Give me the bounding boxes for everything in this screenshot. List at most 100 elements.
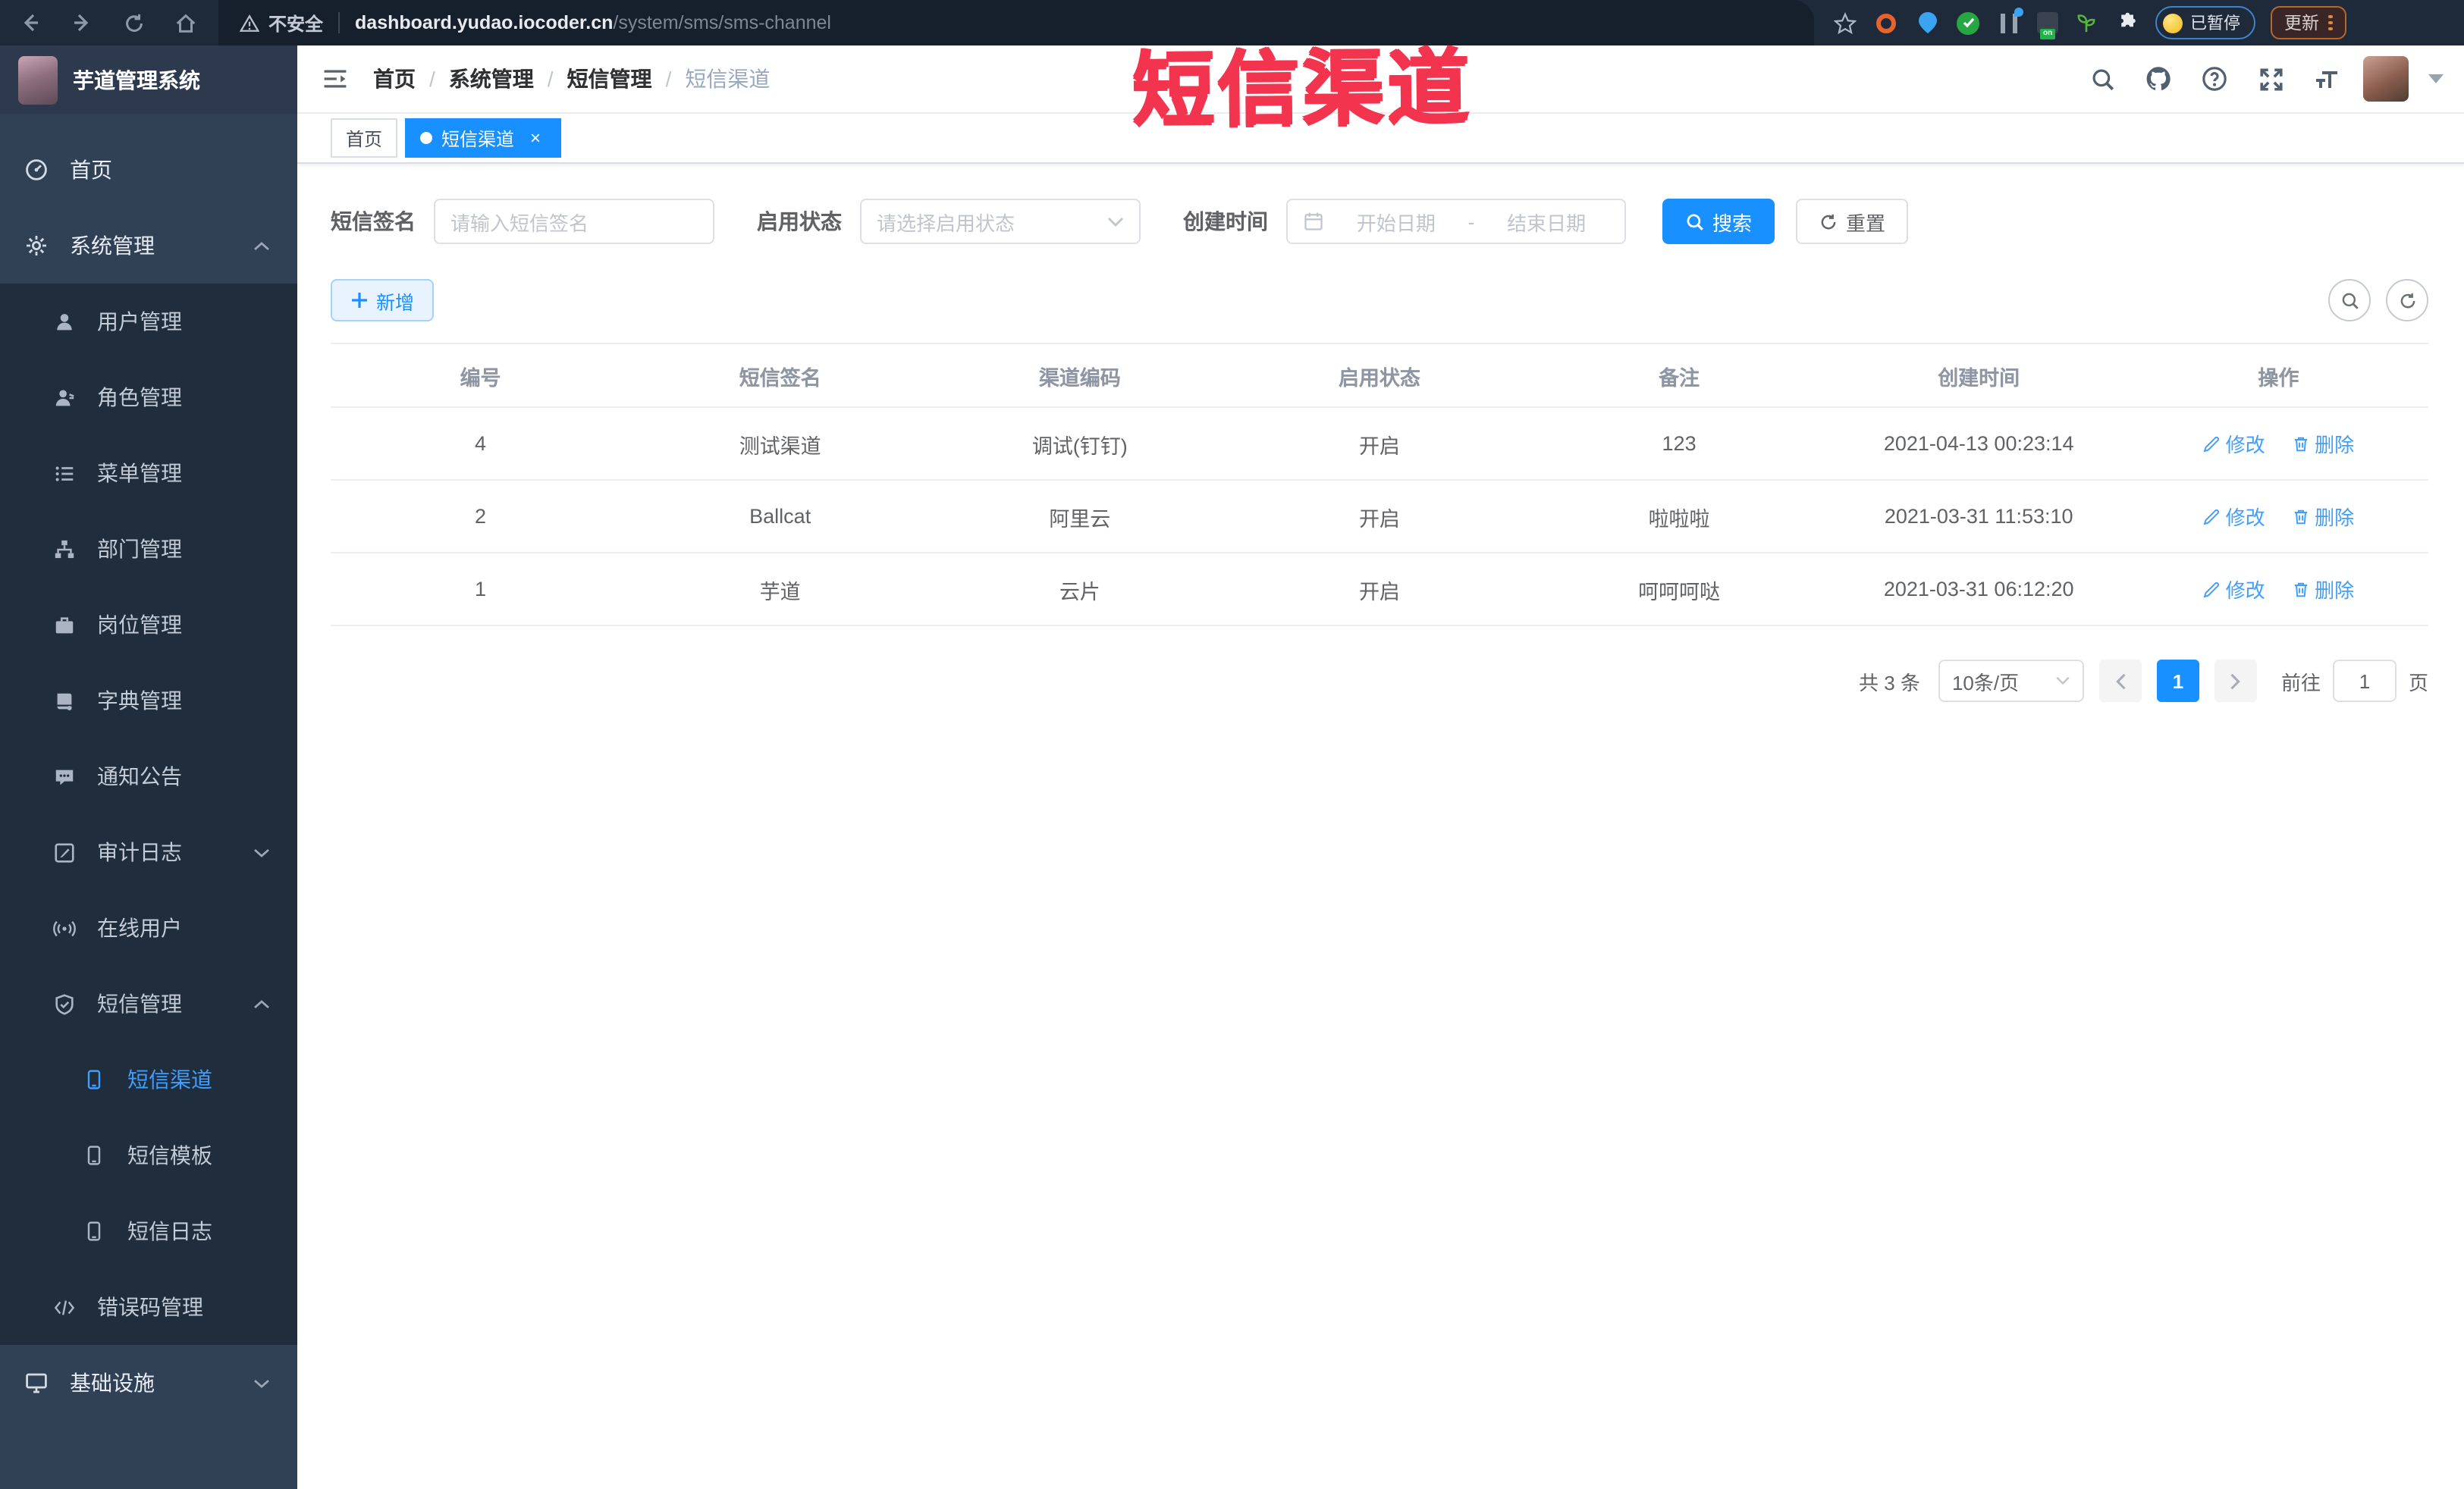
back-icon[interactable] — [15, 8, 46, 38]
status-filter-select[interactable]: 请选择启用状态 — [860, 199, 1141, 244]
caret-down-icon[interactable] — [2428, 74, 2444, 83]
link-label: 修改 — [2225, 434, 2265, 456]
close-icon[interactable]: × — [525, 127, 546, 149]
sidebar-item-error-codes[interactable]: 错误码管理 — [0, 1269, 297, 1345]
breadcrumb-sms[interactable]: 短信管理 — [567, 64, 652, 94]
extension-pin-icon[interactable] — [1914, 10, 1940, 36]
edit-link[interactable]: 修改 — [2203, 502, 2265, 531]
next-page-button[interactable] — [2214, 660, 2257, 702]
page-number-1[interactable]: 1 — [2156, 660, 2199, 702]
breadcrumb-system[interactable]: 系统管理 — [449, 64, 534, 94]
github-icon[interactable] — [2139, 59, 2178, 99]
sidebar-item-roles[interactable]: 角色管理 — [0, 359, 297, 435]
sidebar-item-notices[interactable]: 通知公告 — [0, 738, 297, 814]
link-label: 删除 — [2315, 434, 2355, 456]
browser-update-button[interactable]: 更新 — [2271, 6, 2346, 39]
start-date-placeholder[interactable]: 开始日期 — [1333, 207, 1459, 236]
sidebar-item-online-users[interactable]: 在线用户 — [0, 890, 297, 966]
sidebar-item-label: 角色管理 — [97, 385, 182, 409]
online-signal-icon — [52, 916, 76, 940]
col-header-sign: 短信签名 — [630, 343, 931, 408]
sidebar-item-sms-log[interactable]: 短信日志 — [0, 1193, 297, 1269]
forward-icon[interactable] — [67, 8, 97, 38]
sidebar-item-label: 短信渠道 — [127, 1067, 212, 1092]
date-range-picker[interactable]: 开始日期 - 结束日期 — [1286, 199, 1626, 244]
extension-orange-icon[interactable] — [1873, 10, 1899, 36]
add-button[interactable]: 新增 — [331, 279, 435, 321]
cell-actions: 修改 删除 — [2128, 407, 2428, 481]
sidebar-item-home[interactable]: 首页 — [0, 132, 297, 208]
toggle-search-button[interactable] — [2328, 279, 2371, 321]
extension-sliders-icon[interactable] — [1996, 7, 2023, 36]
edit-link[interactable]: 修改 — [2203, 575, 2265, 603]
phone-icon — [82, 1219, 106, 1243]
home-icon[interactable] — [170, 8, 200, 38]
cell-code: 调试(钉钉) — [930, 407, 1230, 481]
audit-log-icon — [52, 840, 76, 864]
sidebar-item-label: 岗位管理 — [97, 613, 182, 637]
sidebar-item-dictionary[interactable]: 字典管理 — [0, 663, 297, 738]
cell-id: 2 — [331, 480, 631, 553]
code-icon — [52, 1295, 76, 1319]
extension-plant-icon[interactable] — [2073, 10, 2099, 36]
reset-button[interactable]: 重置 — [1796, 199, 1909, 244]
sidebar-item-menus[interactable]: 菜单管理 — [0, 435, 297, 511]
sidebar-item-audit-log[interactable]: 审计日志 — [0, 814, 297, 890]
edit-link[interactable]: 修改 — [2203, 429, 2265, 458]
delete-link[interactable]: 删除 — [2292, 429, 2354, 458]
message-bubble-icon — [52, 764, 76, 788]
end-date-placeholder[interactable]: 结束日期 — [1483, 207, 1609, 236]
user-avatar[interactable] — [2363, 56, 2409, 102]
dictionary-book-icon — [52, 688, 76, 713]
paused-extension-pill[interactable]: 已暂停 — [2155, 6, 2255, 39]
page-size-select[interactable]: 10条/页 — [1938, 660, 2084, 702]
breadcrumb-home[interactable]: 首页 — [373, 64, 416, 94]
sidebar-item-sms[interactable]: 短信管理 — [0, 966, 297, 1042]
browser-menu-dots-icon[interactable] — [2328, 14, 2332, 31]
font-size-icon[interactable] — [2307, 59, 2346, 99]
fullscreen-icon[interactable] — [2251, 59, 2290, 99]
sidebar-item-sms-template[interactable]: 短信模板 — [0, 1118, 297, 1193]
help-icon[interactable] — [2195, 59, 2234, 99]
cell-created: 2021-03-31 11:53:10 — [1828, 480, 2129, 553]
sidebar-item-system[interactable]: 系统管理 — [0, 208, 297, 284]
sidebar-item-posts[interactable]: 岗位管理 — [0, 587, 297, 663]
refresh-table-button[interactable] — [2386, 279, 2428, 321]
chevron-down-icon — [253, 1378, 270, 1388]
delete-link[interactable]: 删除 — [2292, 502, 2354, 531]
prev-page-button[interactable] — [2098, 660, 2142, 702]
goto-page-input[interactable] — [2332, 660, 2397, 702]
url-domain[interactable]: dashboard.yudao.iocoder.cn — [355, 12, 613, 33]
button-label: 新增 — [376, 292, 415, 313]
sidebar-item-sms-channel[interactable]: 短信渠道 — [0, 1042, 297, 1118]
tab-home[interactable]: 首页 — [331, 118, 398, 158]
sign-filter-input[interactable]: 请输入短信签名 — [434, 199, 714, 244]
search-button[interactable]: 搜索 — [1662, 199, 1775, 244]
address-bar[interactable]: 不安全 dashboard.yudao.iocoder.cn /system/s… — [218, 0, 1814, 45]
emoji-face-icon — [2163, 13, 2183, 33]
security-label[interactable]: 不安全 — [268, 10, 323, 36]
sidebar-item-infrastructure[interactable]: 基础设施 — [0, 1345, 297, 1421]
delete-icon — [2294, 436, 2308, 451]
col-header-remark: 备注 — [1529, 343, 1829, 408]
extension-check-icon[interactable] — [1955, 10, 1981, 36]
delete-link[interactable]: 删除 — [2292, 575, 2354, 603]
bookmark-star-icon[interactable] — [1832, 10, 1858, 36]
app-logo: 芋道管理系统 — [0, 45, 297, 114]
cell-remark: 啦啦啦 — [1529, 480, 1829, 553]
tab-sms-channel[interactable]: 短信渠道 × — [405, 118, 562, 158]
sidebar-item-departments[interactable]: 部门管理 — [0, 511, 297, 587]
sidebar-item-users[interactable]: 用户管理 — [0, 284, 297, 359]
table-row: 4 测试渠道 调试(钉钉) 开启 123 2021-04-13 00:23:14… — [331, 407, 2428, 481]
url-path[interactable]: /system/sms/sms-channel — [613, 12, 831, 33]
extensions-puzzle-icon[interactable] — [2114, 10, 2140, 36]
sidebar-item-label: 短信模板 — [127, 1143, 212, 1168]
extension-translate-icon[interactable]: on — [2037, 12, 2058, 39]
dashboard-icon — [24, 158, 49, 182]
org-tree-icon — [52, 537, 76, 561]
reload-icon[interactable] — [118, 8, 149, 38]
search-icon[interactable] — [2083, 59, 2122, 99]
breadcrumb: 首页 / 系统管理 / 短信管理 / 短信渠道 — [373, 64, 770, 94]
menu-fold-icon[interactable] — [322, 67, 349, 91]
col-header-code: 渠道编码 — [930, 343, 1230, 408]
